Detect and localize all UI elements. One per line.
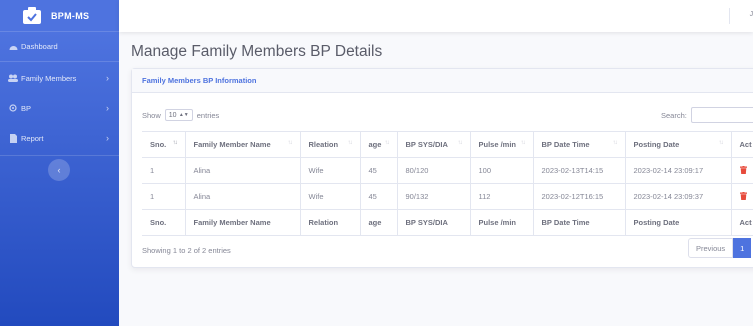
sidebar-item-bp[interactable]: BP › [0,94,119,122]
cell-member-name: Alina [185,183,301,210]
table-row: 1 Alina Wife 45 80/120 100 2023-02-13T14… [142,157,753,184]
column-header[interactable]: Family Member Name ↑↓ [185,131,301,158]
page-title: Manage Family Members BP Details [131,43,383,60]
trash-icon[interactable] [739,191,747,202]
sort-icon: ↑↓ [287,140,293,146]
trash-icon[interactable] [739,165,747,176]
cell-bp-datetime: 2023-02-13T14:15 [533,157,626,184]
cell-bp-datetime: 2023-02-12T16:15 [533,183,626,210]
sidebar-item-label: Dashboard [21,42,58,51]
brand-logo-icon [22,6,42,26]
column-footer: BP Date Time [533,209,626,236]
table-row: 1 Alina Wife 45 90/132 112 2023-02-12T16… [142,183,753,210]
sort-icon: ↑↓ [384,140,390,146]
sort-icon: ↑↓ [172,140,178,146]
chevron-right-icon: › [106,103,109,113]
sidebar-toggle-button[interactable]: ‹ [48,159,70,181]
cell-relation: Wife [300,183,361,210]
updown-icon: ▲▼ [178,112,189,118]
column-footer: Pulse /min [470,209,534,236]
sort-icon: ↑↓ [520,140,526,146]
cell-sno: 1 [142,183,186,210]
table-header-row: Sno. ↑↓ Family Member Name ↑↓ Rleation ↑↓ a… [142,131,753,158]
cell-age: 45 [360,183,398,210]
dashboard-icon [8,42,18,52]
sidebar-item-dashboard[interactable]: Dashboard [0,32,119,62]
chevron-right-icon: › [106,73,109,83]
chevron-right-icon: › [106,133,109,143]
sort-icon: ↑↓ [347,140,353,146]
cell-member-name: Alina [185,157,301,184]
column-header[interactable]: BP Date Time ↑↓ [533,131,626,158]
cell-action [731,183,753,210]
cell-pulse: 100 [470,157,534,184]
cell-bp: 80/120 [397,157,471,184]
cell-pulse: 112 [470,183,534,210]
users-icon [8,73,18,83]
column-header[interactable]: Pulse /min ↑↓ [470,131,534,158]
column-footer: Act [731,209,753,236]
user-name[interactable]: Jo [750,11,753,18]
card-header: Family Members BP Information [132,69,753,93]
column-footer: Sno. [142,209,186,236]
cell-posting-date: 2023-02-14 23:09:37 [625,183,732,210]
search-control: Search: [661,107,753,123]
column-footer: age [360,209,398,236]
brand-name: BPM-MS [51,10,90,21]
sidebar-item-label: Report [21,133,44,143]
cell-relation: Wife [300,157,361,184]
sidebar-divider [0,155,119,156]
entries-select-value: 10 [168,111,177,119]
table-footer-row: Sno. Family Member Name Relation age BP … [142,209,753,236]
brand[interactable]: BPM-MS [0,0,119,32]
column-header[interactable]: age ↑↓ [360,131,398,158]
previous-button[interactable]: Previous [688,238,734,258]
column-footer: Posting Date [625,209,732,236]
sort-icon: ↑↓ [718,140,724,146]
sort-icon: ↑↓ [457,140,463,146]
entries-label: entries [196,110,220,120]
bp-icon [8,103,18,113]
column-header[interactable]: BP SYS/DIA ↑↓ [397,131,471,158]
sidebar-item-label: BP [21,103,32,113]
search-input[interactable] [690,107,753,123]
sidebar-item-label: Family Members [21,73,77,83]
cell-sno: 1 [142,157,186,184]
bp-table: Sno. ↑↓ Family Member Name ↑↓ Rleation ↑↓ a… [142,131,753,236]
column-footer: Relation [300,209,361,236]
show-label: Show [142,110,161,120]
table-info: Showing 1 to 2 of 2 entries [142,246,231,255]
topbar: Jo [119,0,753,32]
column-header[interactable]: Sno. ↑↓ [142,131,186,158]
cell-bp: 90/132 [397,183,471,210]
cell-age: 45 [360,157,398,184]
pagination: Previous 1 [688,238,752,258]
column-header[interactable]: Rleation ↑↓ [300,131,361,158]
length-control: Show 10 ▲▼ entries [142,109,219,121]
sidebar: BPM-MS Dashboard Family Members › BP › R… [0,0,119,326]
cell-posting-date: 2023-02-14 23:09:17 [625,157,732,184]
column-header[interactable]: Posting Date ↑↓ [625,131,732,158]
cell-action [731,157,753,184]
column-footer: Family Member Name [185,209,301,236]
column-header[interactable]: Act [731,131,753,158]
page-1-button[interactable]: 1 [733,238,752,258]
search-label: Search: [661,110,687,120]
column-footer: BP SYS/DIA [397,209,471,236]
sort-icon: ↑↓ [612,140,618,146]
topbar-divider [729,8,730,24]
bp-card: Family Members BP Information Show 10 ▲▼… [131,68,753,268]
sidebar-item-family-members[interactable]: Family Members › [0,64,119,92]
file-icon [8,133,18,143]
sidebar-item-report[interactable]: Report › [0,124,119,152]
entries-select[interactable]: 10 ▲▼ [164,109,193,121]
